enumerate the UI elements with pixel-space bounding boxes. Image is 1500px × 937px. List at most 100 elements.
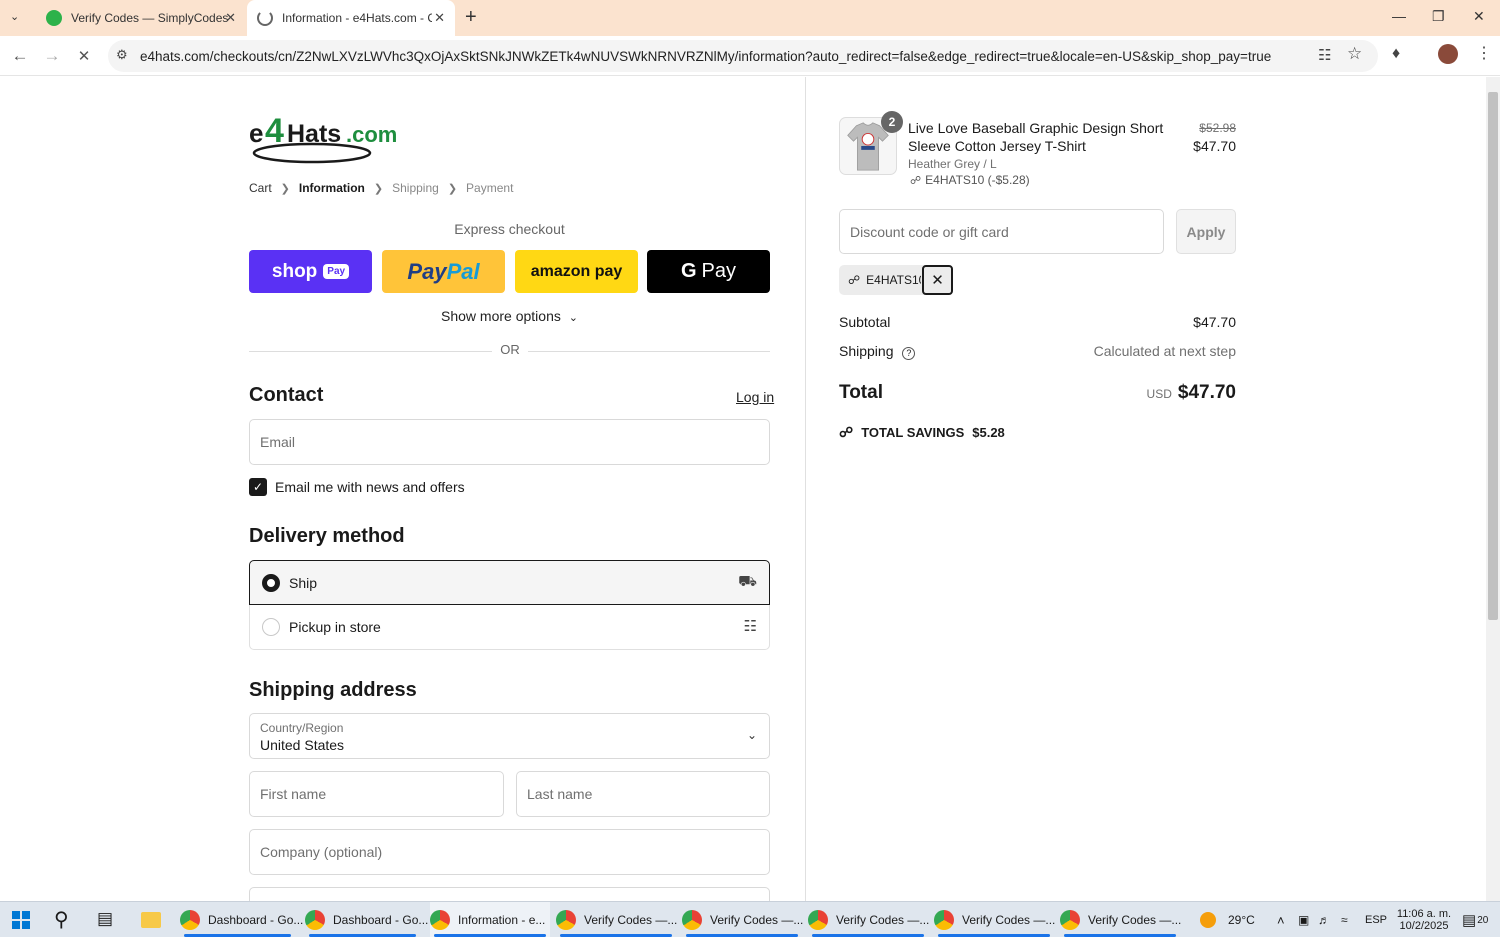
site-info-icon[interactable]: ⚙ [116, 47, 128, 63]
close-tab-icon[interactable]: ✕ [225, 10, 236, 26]
applied-code-text: E4HATS10 [866, 273, 922, 287]
paypal-button[interactable]: Pay Pal [382, 250, 505, 293]
loading-favicon-icon [257, 10, 273, 26]
country-value: United States [260, 737, 345, 753]
chevron-down-icon: ⌄ [746, 728, 757, 742]
clock-time: 11:06 a. m. [1396, 908, 1452, 920]
camera-icon[interactable]: ▣ [1298, 902, 1309, 937]
discount-code-input[interactable]: Discount code or gift card [839, 209, 1164, 254]
google-pay-wordmark: Pay [701, 260, 737, 282]
tab-verify-codes[interactable]: Verify Codes — SimplyCodes ✕ [36, 0, 246, 36]
chevron-up-icon[interactable]: ˄ [1277, 902, 1285, 937]
taskbar-app-verify-3[interactable]: Verify Codes —... [808, 902, 930, 937]
country-label: Country/Region [260, 721, 344, 735]
taskbar-app-verify-5[interactable]: Verify Codes —... [1060, 902, 1181, 937]
wifi-icon[interactable]: ≈ [1341, 902, 1348, 937]
file-explorer-icon[interactable] [141, 912, 161, 928]
contact-heading: Contact [249, 384, 324, 406]
newsletter-checkbox[interactable]: ✓ [249, 478, 267, 496]
weather-widget[interactable]: 29°C [1200, 902, 1255, 937]
minimize-icon[interactable]: — [1392, 8, 1406, 24]
remove-code-icon[interactable]: ✕ [922, 265, 953, 295]
bookmark-star-icon[interactable]: ☆ [1347, 44, 1362, 64]
breadcrumb-payment: Payment [466, 181, 514, 195]
notification-count: 20 [1477, 914, 1489, 926]
quantity-badge: 2 [881, 111, 903, 133]
chrome-icon [180, 910, 200, 930]
new-tab-icon[interactable]: + [465, 6, 477, 29]
product-name: Live Love Baseball Graphic Design Short … [908, 120, 1164, 154]
tab-search-icon[interactable]: ⌄ [10, 10, 19, 23]
scrollbar-thumb[interactable] [1488, 92, 1498, 620]
chrome-icon [1060, 910, 1080, 930]
translate-icon[interactable]: ☷ [1318, 46, 1331, 64]
clock-date: 10/2/2025 [1399, 920, 1449, 932]
taskbar-app-verify-2[interactable]: Verify Codes —... [682, 902, 803, 937]
delivery-option-pickup[interactable]: Pickup in store ☷ [249, 605, 770, 650]
pickup-label: Pickup in store [289, 619, 381, 635]
pickup-radio[interactable] [262, 618, 280, 636]
address-field[interactable] [249, 887, 770, 901]
log-in-link[interactable]: Log in [736, 389, 774, 405]
tab-information[interactable]: Information - e4Hats.com - Che ✕ [247, 0, 455, 36]
restore-icon[interactable]: ❐ [1432, 8, 1445, 25]
google-pay-button[interactable]: G Pay [647, 250, 770, 293]
clock[interactable]: 11:06 a. m. 10/2/2025 [1396, 902, 1452, 937]
e4hats-logo[interactable]: e 4 Hats .com [249, 108, 409, 168]
close-tab-icon[interactable]: ✕ [434, 10, 445, 26]
product-discount: ☍ E4HATS10 (-$5.28) [910, 173, 1030, 187]
show-more-options-button[interactable]: Show more options ⌄ [249, 308, 770, 324]
taskbar-app-verify-1[interactable]: Verify Codes —... [556, 902, 677, 937]
amazon-pay-button[interactable]: amazon pay [515, 250, 638, 293]
delivery-option-ship[interactable]: Ship ⛟ [249, 560, 770, 605]
ship-radio[interactable] [262, 574, 280, 592]
window-close-icon[interactable]: ✕ [1473, 8, 1485, 25]
profile-avatar[interactable] [1438, 44, 1458, 64]
country-select[interactable]: Country/Region United States ⌄ [249, 713, 770, 759]
taskbar-app-verify-4[interactable]: Verify Codes —... [934, 902, 1056, 937]
chrome-icon [305, 910, 325, 930]
taskbar-app-information[interactable]: Information - e... [430, 902, 550, 937]
first-name-field[interactable]: First name [249, 771, 504, 817]
last-name-field[interactable]: Last name [516, 771, 770, 817]
product-price: $47.70 [1193, 138, 1236, 154]
url-field[interactable]: ⚙ e4hats.com/checkouts/cn/Z2NwLXVzLWVhc3… [108, 40, 1378, 72]
company-field[interactable]: Company (optional) [249, 829, 770, 875]
shipping-value: Calculated at next step [1093, 343, 1236, 359]
logo-letter-e: e [249, 118, 263, 148]
shipping-row: Shipping ? [839, 343, 916, 360]
taskbar-app-label: Verify Codes —... [836, 913, 930, 927]
task-view-icon[interactable]: ▤ [97, 909, 113, 929]
discount-placeholder: Discount code or gift card [850, 223, 1009, 240]
chevron-down-icon: ⌄ [568, 312, 578, 324]
taskbar-app-dashboard-2[interactable]: Dashboard - Go... [305, 902, 428, 937]
subtotal-value: $47.70 [1193, 314, 1236, 330]
browser-menu-icon[interactable]: ⋮ [1476, 43, 1492, 63]
taskbar-app-label: Dashboard - Go... [208, 913, 304, 927]
email-field[interactable]: Email [249, 419, 770, 465]
language-indicator[interactable]: ESP [1365, 902, 1387, 937]
last-name-placeholder: Last name [527, 786, 593, 802]
breadcrumb-cart[interactable]: Cart [249, 181, 272, 195]
apply-button[interactable]: Apply [1176, 209, 1236, 254]
shop-pay-button[interactable]: shop Pay [249, 250, 372, 293]
notification-icon: ▤ [1462, 912, 1477, 929]
extensions-icon[interactable]: ♦ [1392, 45, 1400, 63]
taskbar-app-dashboard-1[interactable]: Dashboard - Go... [180, 902, 303, 937]
back-icon[interactable]: ← [8, 44, 32, 68]
windows-start-icon[interactable] [12, 911, 30, 929]
newsletter-label: Email me with news and offers [275, 479, 465, 495]
shop-pay-wordmark: shop [271, 260, 318, 282]
total-label: Total [839, 382, 883, 403]
forward-icon[interactable]: → [40, 44, 64, 68]
currency-code: USD [1146, 387, 1172, 401]
taskbar-app-label: Verify Codes —... [962, 913, 1056, 927]
search-icon[interactable]: ⚲ [54, 907, 69, 932]
total-savings: ☍ TOTAL SAVINGS $5.28 [839, 424, 1005, 441]
help-icon[interactable]: ? [902, 347, 916, 360]
notifications-button[interactable]: ▤ 20 [1462, 902, 1488, 937]
volume-icon[interactable]: ♬ [1318, 902, 1330, 937]
tab-title: Verify Codes — SimplyCodes [71, 11, 229, 25]
stop-loading-icon[interactable]: ✕ [72, 44, 96, 68]
paypal-wordmark-b: Pal [446, 258, 480, 284]
